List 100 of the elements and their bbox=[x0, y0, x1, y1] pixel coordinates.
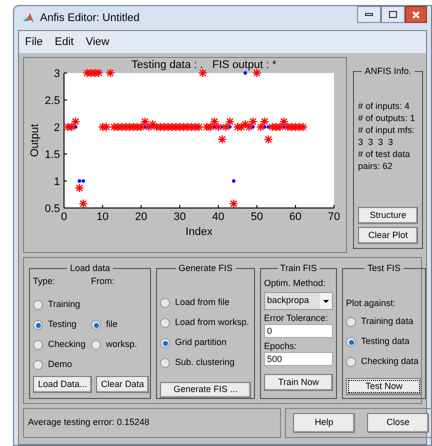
star-marker bbox=[260, 117, 270, 126]
field-label: Plot against: bbox=[346, 297, 397, 309]
star-marker bbox=[148, 120, 158, 129]
tolerance-field[interactable]: 0 bbox=[264, 324, 333, 338]
info-line: # of input mfs: bbox=[358, 124, 416, 136]
star-marker bbox=[78, 199, 88, 208]
star-marker bbox=[286, 122, 296, 132]
star-marker bbox=[86, 68, 96, 78]
field-label: Error Tolerance: bbox=[264, 312, 329, 324]
x-tick-label: 70 bbox=[328, 211, 340, 223]
star-marker bbox=[275, 122, 285, 132]
star-marker bbox=[175, 122, 184, 132]
y-tick-label: 0.5 bbox=[44, 203, 60, 215]
window-title: Anfis Editor: Untitled bbox=[40, 10, 140, 26]
star-marker bbox=[272, 122, 281, 132]
star-marker bbox=[186, 122, 196, 132]
radio-button[interactable] bbox=[33, 300, 43, 310]
x-tick-label: 30 bbox=[174, 211, 186, 223]
star-marker bbox=[106, 68, 115, 78]
radio-button[interactable] bbox=[33, 320, 43, 330]
star-marker bbox=[167, 122, 177, 132]
maximize-icon[interactable] bbox=[381, 6, 405, 23]
star-marker bbox=[190, 122, 200, 132]
radio-button[interactable] bbox=[160, 358, 170, 368]
star-marker bbox=[144, 122, 154, 132]
push-button[interactable]: Load Data... bbox=[33, 376, 92, 393]
data-point bbox=[232, 179, 236, 183]
field-label: From: bbox=[91, 275, 116, 288]
star-marker bbox=[156, 122, 166, 132]
push-button[interactable]: Test Now bbox=[346, 378, 422, 395]
star-marker bbox=[240, 120, 250, 129]
push-button[interactable]: Clear Plot bbox=[358, 227, 418, 244]
group-title: Load data bbox=[66, 262, 114, 274]
star-marker bbox=[214, 122, 223, 132]
x-tick-label: 0 bbox=[60, 211, 68, 223]
radio-label: Training bbox=[48, 298, 80, 312]
star-marker bbox=[110, 122, 119, 132]
app-logo-icon bbox=[22, 12, 35, 24]
push-button[interactable]: Generate FIS ... bbox=[160, 382, 252, 398]
method-dropdown[interactable]: backpropa bbox=[264, 292, 333, 310]
star-marker bbox=[132, 122, 142, 132]
radio-label: Grid partition bbox=[175, 336, 227, 350]
push-button[interactable]: Close bbox=[367, 413, 429, 433]
menu-item[interactable]: View bbox=[86, 34, 110, 50]
star-marker bbox=[136, 122, 146, 132]
radio-label: Checking bbox=[48, 338, 86, 352]
star-marker bbox=[256, 122, 266, 132]
star-marker bbox=[70, 117, 80, 126]
y-axis-label: Output bbox=[29, 124, 41, 158]
star-marker bbox=[279, 117, 288, 126]
epochs-field[interactable]: 500 bbox=[264, 352, 333, 366]
x-tick-label: 60 bbox=[289, 211, 302, 223]
info-line: 3 3 3 3 bbox=[358, 136, 394, 148]
chart-title: Testing data : . FIS output : * bbox=[132, 59, 276, 71]
info-line: # of inputs: 4 bbox=[358, 100, 411, 112]
radio-button[interactable] bbox=[346, 317, 356, 327]
radio-button[interactable] bbox=[160, 338, 170, 348]
radio-label: Testing data bbox=[361, 335, 410, 348]
star-marker bbox=[178, 122, 188, 132]
field-label: Type: bbox=[33, 275, 56, 288]
menu-item[interactable]: Edit bbox=[54, 34, 74, 50]
radio-button[interactable] bbox=[346, 337, 356, 347]
y-tick-label: 2.5 bbox=[44, 95, 60, 107]
group-title: Generate FIS bbox=[175, 262, 236, 274]
y-tick-label: 1 bbox=[54, 176, 60, 188]
close-icon[interactable] bbox=[405, 6, 427, 23]
field-label: Epochs: bbox=[264, 340, 298, 352]
radio-button[interactable] bbox=[346, 357, 356, 367]
push-button[interactable]: Clear Data bbox=[96, 376, 150, 393]
menu-item[interactable]: File bbox=[25, 34, 43, 50]
star-marker bbox=[90, 68, 100, 78]
star-marker bbox=[294, 122, 304, 132]
radio-button[interactable] bbox=[91, 320, 101, 330]
star-marker bbox=[140, 117, 150, 126]
star-marker bbox=[160, 122, 169, 132]
star-marker bbox=[236, 122, 246, 132]
star-marker bbox=[182, 122, 192, 132]
radio-button[interactable] bbox=[33, 360, 43, 370]
x-tick-label: 20 bbox=[135, 211, 148, 223]
radio-button[interactable] bbox=[160, 298, 170, 308]
x-axis-label: Index bbox=[186, 226, 212, 238]
radio-label: Testing bbox=[48, 318, 77, 332]
push-button[interactable]: Structure bbox=[358, 207, 418, 224]
star-marker bbox=[202, 122, 212, 132]
radio-button[interactable] bbox=[91, 340, 101, 350]
x-tick-label: 50 bbox=[250, 211, 263, 223]
push-button[interactable]: Train Now bbox=[264, 374, 333, 391]
y-tick-label: 3 bbox=[54, 68, 60, 80]
radio-button[interactable] bbox=[33, 340, 43, 350]
data-point bbox=[244, 71, 247, 75]
push-button[interactable]: Help bbox=[293, 413, 355, 433]
minimize-icon[interactable] bbox=[357, 6, 381, 23]
radio-label: worksp. bbox=[106, 338, 138, 352]
x-tick-label: 40 bbox=[212, 211, 224, 223]
star-marker bbox=[298, 122, 308, 132]
star-marker bbox=[74, 183, 84, 193]
info-line: pairs: 62 bbox=[358, 160, 394, 172]
star-marker bbox=[283, 122, 292, 132]
star-marker bbox=[218, 134, 227, 144]
radio-button[interactable] bbox=[160, 318, 170, 328]
